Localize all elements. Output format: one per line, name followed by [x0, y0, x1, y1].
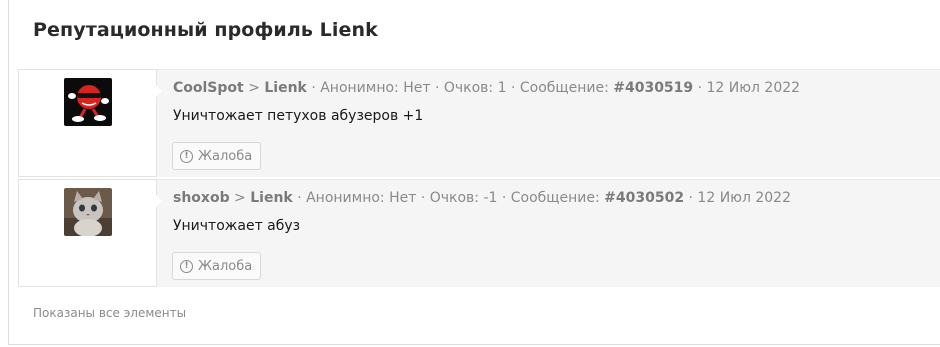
- report-label: Жалоба: [198, 258, 253, 274]
- from-user-link[interactable]: shoxob: [173, 190, 230, 206]
- from-user-link[interactable]: CoolSpot: [173, 80, 244, 96]
- item-meta: shoxob > Lienk · Анонимно: Нет · Очков: …: [173, 190, 791, 206]
- alert-icon: !: [180, 259, 193, 273]
- report-button[interactable]: ! Жалоба: [172, 142, 262, 170]
- avatar-cell: [18, 69, 163, 177]
- page-title: Репутационный профиль Lienk: [33, 19, 378, 41]
- item-content: shoxob > Lienk · Анонимно: Нет · Очков: …: [157, 179, 940, 287]
- item-comment: Уничтожает петухов абузеров +1: [173, 108, 424, 124]
- item-content: CoolSpot > Lienk · Анонимно: Нет · Очков…: [157, 69, 940, 177]
- footer-status: Показаны все элементы: [33, 306, 187, 320]
- meta-details: · Анонимно: Нет · Очков: 1 · Сообщение:: [311, 80, 614, 96]
- cat-avatar-icon[interactable]: [64, 188, 112, 236]
- item-date: · 12 Июл 2022: [693, 80, 801, 96]
- to-user-link[interactable]: Lienk: [250, 190, 293, 206]
- message-link[interactable]: #4030519: [613, 80, 693, 96]
- alert-icon: !: [180, 149, 193, 163]
- coolspot-avatar-icon[interactable]: [64, 78, 112, 126]
- reputation-item: CoolSpot > Lienk · Анонимно: Нет · Очков…: [18, 69, 940, 177]
- report-label: Жалоба: [198, 148, 253, 164]
- item-meta: CoolSpot > Lienk · Анонимно: Нет · Очков…: [173, 80, 800, 96]
- to-user-link[interactable]: Lienk: [264, 80, 307, 96]
- item-comment: Уничтожает абуз: [173, 218, 301, 234]
- meta-details: · Анонимно: Нет · Очков: -1 · Сообщение:: [297, 190, 605, 206]
- item-date: · 12 Июл 2022: [684, 190, 791, 206]
- reputation-item: shoxob > Lienk · Анонимно: Нет · Очков: …: [18, 179, 940, 287]
- arrow-separator: >: [234, 190, 246, 206]
- avatar-cell: [18, 179, 163, 287]
- arrow-separator: >: [248, 80, 260, 96]
- report-button[interactable]: ! Жалоба: [172, 252, 262, 280]
- message-link[interactable]: #4030502: [604, 190, 684, 206]
